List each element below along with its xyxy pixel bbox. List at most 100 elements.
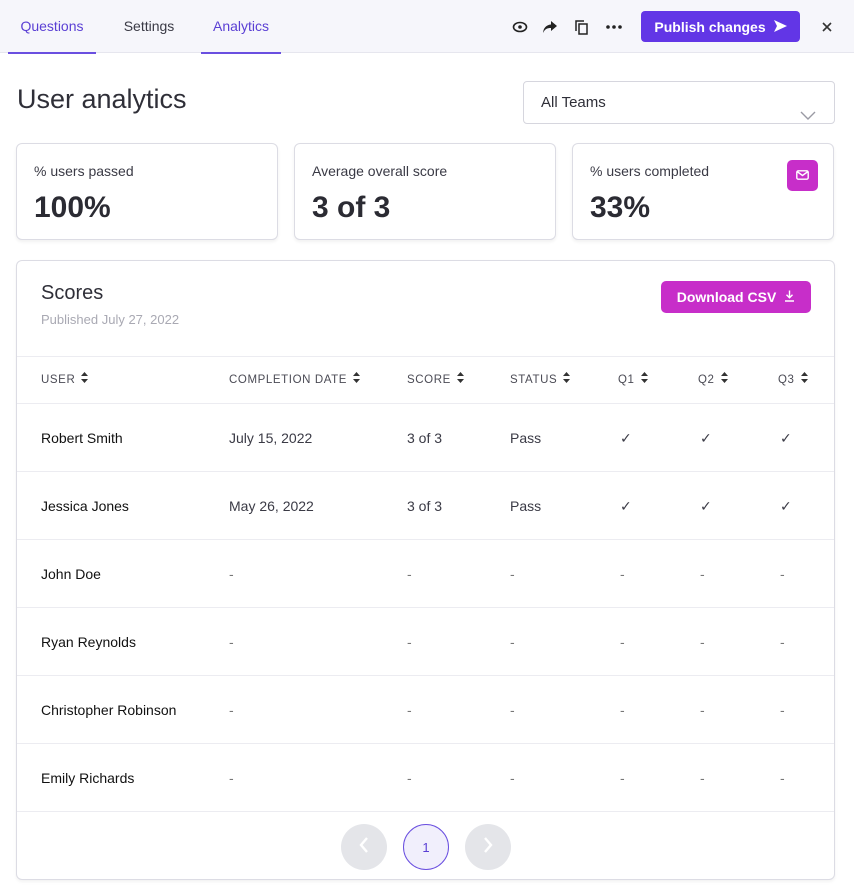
stat-card-users-passed: % users passed 100% (16, 143, 278, 240)
cell-status: - (510, 566, 515, 582)
table-row[interactable]: Robert Smith July 15, 2022 3 of 3 Pass ✓… (17, 404, 834, 472)
stat-value: 33% (590, 191, 651, 224)
tab-questions-underline (8, 52, 96, 54)
cell-completion-date: May 26, 2022 (229, 498, 314, 514)
column-label: STATUS (510, 374, 558, 386)
cell-completion-date: - (229, 702, 234, 718)
column-label: COMPLETION DATE (229, 374, 348, 386)
download-csv-label: Download CSV (676, 289, 777, 305)
download-icon (784, 289, 795, 305)
table-row[interactable]: Ryan Reynolds - - - - - - (17, 608, 834, 676)
check-icon: ✓ (700, 497, 712, 514)
check-icon: ✓ (620, 497, 632, 514)
cell-status: - (510, 702, 515, 718)
cell-user: Jessica Jones (41, 498, 129, 514)
table-row[interactable]: John Doe - - - - - - (17, 540, 834, 608)
cell-q3: - (780, 566, 785, 582)
sort-icon[interactable] (800, 357, 808, 403)
stat-label: % users passed (34, 163, 134, 179)
column-header-q2[interactable]: Q2 (698, 357, 728, 403)
tab-questions[interactable]: Questions (8, 0, 96, 54)
column-label: Q1 (618, 374, 635, 386)
column-header-q3[interactable]: Q3 (778, 357, 808, 403)
page-button-current[interactable]: 1 (403, 824, 449, 870)
prev-page-button[interactable] (341, 824, 387, 870)
cell-user: Robert Smith (41, 430, 123, 446)
tab-settings-label: Settings (123, 18, 175, 34)
cell-user: John Doe (41, 566, 101, 582)
cell-q2: - (700, 634, 705, 650)
sort-icon[interactable] (456, 357, 464, 403)
cell-completion-date: July 15, 2022 (229, 430, 313, 446)
cell-q1: - (620, 566, 625, 582)
cell-q3: - (780, 634, 785, 650)
sort-icon[interactable] (81, 357, 89, 403)
email-users-button[interactable] (787, 160, 818, 191)
team-filter-select[interactable]: All Teams (523, 81, 835, 124)
chevron-right-icon (483, 836, 493, 858)
sort-icon[interactable] (720, 357, 728, 403)
download-csv-button[interactable]: Download CSV (661, 281, 811, 313)
publish-changes-button[interactable]: Publish changes (641, 11, 800, 42)
close-icon[interactable] (817, 17, 837, 37)
cell-q1: - (620, 770, 625, 786)
cell-score: 3 of 3 (407, 430, 443, 446)
stat-card-average-score: Average overall score 3 of 3 (294, 143, 556, 240)
table-row[interactable]: Christopher Robinson - - - - - - (17, 676, 834, 744)
sort-icon[interactable] (640, 357, 648, 403)
cell-user: Emily Richards (41, 770, 135, 786)
tab-settings[interactable]: Settings (112, 0, 186, 53)
share-icon[interactable] (540, 17, 560, 37)
scores-title: Scores (41, 282, 104, 304)
tab-analytics-underline (201, 52, 281, 54)
tab-analytics[interactable]: Analytics (201, 0, 281, 54)
stat-label: % users completed (590, 163, 710, 179)
cell-user: Christopher Robinson (41, 702, 177, 718)
pagination: 1 (17, 821, 834, 879)
column-label: USER (41, 374, 76, 386)
copy-icon[interactable] (571, 17, 591, 37)
cell-status: - (510, 770, 515, 786)
cell-score: - (407, 634, 412, 650)
more-icon[interactable] (604, 17, 624, 37)
column-header-user[interactable]: USER (41, 357, 89, 403)
tab-questions-label: Questions (20, 18, 84, 34)
column-header-status[interactable]: STATUS (510, 357, 571, 403)
scores-panel: Scores Published July 27, 2022 Download … (16, 260, 835, 880)
column-label: SCORE (407, 374, 451, 386)
cell-q2: - (700, 702, 705, 718)
page-number: 1 (422, 839, 430, 855)
table-header: USER COMPLETION DATE SCORE STATUS Q1 Q2 … (17, 356, 834, 404)
table-row[interactable]: Jessica Jones May 26, 2022 3 of 3 Pass ✓… (17, 472, 834, 540)
check-icon: ✓ (780, 497, 792, 514)
stat-value: 100% (34, 191, 111, 224)
publish-changes-label: Publish changes (654, 18, 766, 35)
mail-icon (796, 167, 809, 185)
cell-score: - (407, 566, 412, 582)
cell-q3: - (780, 770, 785, 786)
cell-q3: - (780, 702, 785, 718)
cell-q2: - (700, 770, 705, 786)
cell-completion-date: - (229, 566, 234, 582)
check-icon: ✓ (780, 429, 792, 446)
check-icon: ✓ (620, 429, 632, 446)
column-label: Q3 (778, 374, 795, 386)
eye-icon[interactable] (510, 17, 530, 37)
cell-score: - (407, 770, 412, 786)
tab-analytics-label: Analytics (212, 18, 270, 34)
cell-q1: - (620, 634, 625, 650)
sort-icon[interactable] (563, 357, 571, 403)
cell-user: Ryan Reynolds (41, 634, 136, 650)
sort-icon[interactable] (353, 357, 361, 403)
cell-score: 3 of 3 (407, 498, 443, 514)
column-header-completion-date[interactable]: COMPLETION DATE (229, 357, 361, 403)
stat-card-users-completed: % users completed 33% (572, 143, 834, 240)
column-header-score[interactable]: SCORE (407, 357, 464, 403)
table-row[interactable]: Emily Richards - - - - - - (17, 744, 834, 812)
next-page-button[interactable] (465, 824, 511, 870)
chevron-down-icon (800, 96, 816, 137)
column-header-q1[interactable]: Q1 (618, 357, 648, 403)
cell-completion-date: - (229, 634, 234, 650)
cell-q2: - (700, 566, 705, 582)
stat-label: Average overall score (312, 163, 448, 179)
